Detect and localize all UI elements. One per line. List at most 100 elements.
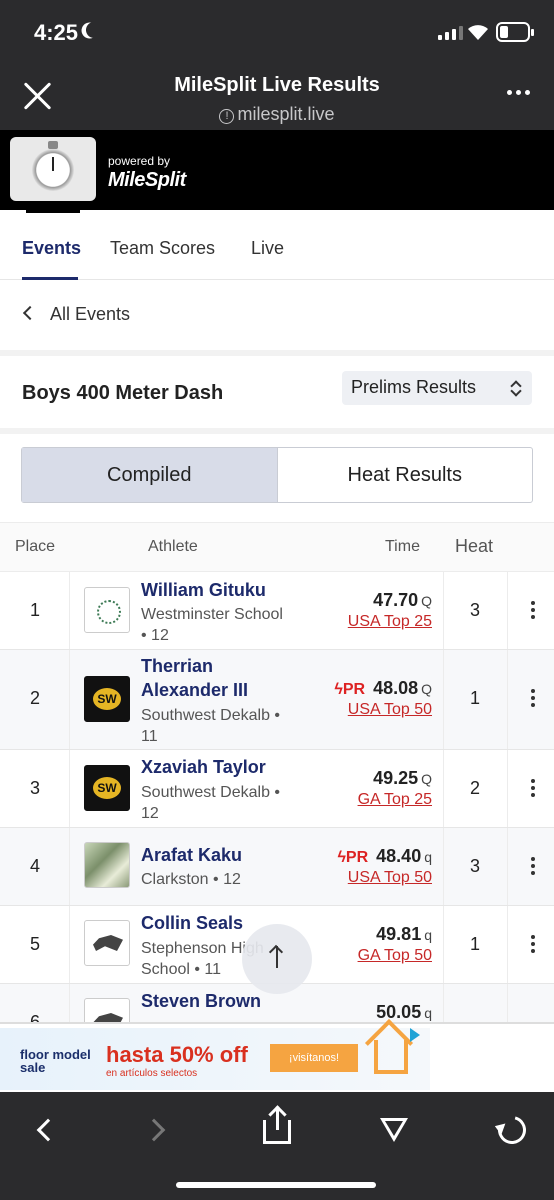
time-value: 50.05 xyxy=(376,1002,422,1022)
time-cell: ϟPR 48.08 Q USA Top 50 xyxy=(334,678,432,719)
table-row[interactable]: 3 Xzaviah Taylor Southwest Dekalb •12 49… xyxy=(0,750,554,828)
rank-link[interactable]: USA Top 50 xyxy=(337,869,432,887)
ad-subtext: en artículos selectos xyxy=(106,1068,198,1079)
table-row[interactable]: 2 TherrianAlexander III Southwest Dekalb… xyxy=(0,650,554,750)
browser-header: MileSplit Live Results ! milesplit.live xyxy=(0,64,554,130)
row-menu-icon[interactable] xyxy=(531,779,537,797)
ad-cta-button[interactable]: ¡visítanos! xyxy=(270,1044,358,1072)
ad-headline: hasta 50% off xyxy=(106,1042,248,1067)
browser-url[interactable]: ! milesplit.live xyxy=(0,104,554,125)
rank-link[interactable]: GA Top 50 xyxy=(358,947,432,965)
table-row[interactable]: 4 Arafat Kaku Clarkston • 12 ϟPR 48.40 q U… xyxy=(0,828,554,906)
heat-results-button[interactable]: Heat Results xyxy=(278,448,533,502)
all-events-label: All Events xyxy=(50,304,131,324)
tab-live[interactable]: Live xyxy=(251,238,284,259)
athlete-school: Southwest Dekalb • 11 xyxy=(141,707,281,745)
heat: 3 xyxy=(469,856,480,876)
qualifier: Q xyxy=(421,593,432,609)
ad-creative: floor model sale hasta 50% off en artícu… xyxy=(0,1028,430,1090)
compiled-button[interactable]: Compiled xyxy=(22,448,278,502)
battery-icon xyxy=(496,22,534,42)
rank-link[interactable]: GA Top 25 xyxy=(358,791,432,809)
milesplit-logo: MileSplit xyxy=(108,169,186,191)
time-cell: 49.25 Q GA Top 25 xyxy=(358,768,432,809)
qualifier: q xyxy=(424,849,432,865)
qualifier: Q xyxy=(421,681,432,697)
banner-notch xyxy=(26,210,80,213)
westminster-logo-icon xyxy=(84,587,130,633)
browser-toolbar xyxy=(0,1094,554,1200)
share-icon[interactable] xyxy=(263,1108,291,1144)
time-cell: ϟPR 48.40 q USA Top 50 xyxy=(337,846,432,887)
heat: 2 xyxy=(469,778,480,798)
pr-badge: ϟPR xyxy=(337,849,369,866)
time-cell: 49.81 q GA Top 50 xyxy=(358,924,432,965)
place: 6 xyxy=(29,1012,40,1022)
tab-events[interactable]: Events xyxy=(22,238,81,259)
rank-link[interactable]: USA Top 25 xyxy=(348,613,432,631)
more-options-icon[interactable] xyxy=(507,90,530,95)
powered-by-label: powered by xyxy=(108,154,171,168)
do-not-disturb-icon xyxy=(84,20,105,41)
time-value: 48.08 xyxy=(373,678,419,698)
qualifier: q xyxy=(424,927,432,943)
status-time: 4:25 xyxy=(34,20,79,45)
place: 2 xyxy=(29,688,40,708)
home-indicator xyxy=(176,1182,376,1188)
southwest-dekalb-logo-icon xyxy=(84,765,130,811)
tab-team-scores[interactable]: Team Scores xyxy=(110,238,215,259)
clarkston-logo-icon xyxy=(84,842,130,888)
place: 5 xyxy=(29,934,40,954)
browser-title: MileSplit Live Results xyxy=(174,74,380,96)
place: 4 xyxy=(29,856,40,876)
results-table-header: Place Athlete Time Heat xyxy=(0,522,554,572)
row-menu-icon[interactable] xyxy=(531,857,537,875)
view-toggle: Compiled Heat Results xyxy=(21,447,533,503)
round-select[interactable]: Prelims Results xyxy=(342,371,532,405)
section-divider xyxy=(0,428,554,434)
back-icon[interactable] xyxy=(36,1118,60,1142)
url-text: milesplit.live xyxy=(237,104,335,124)
rank-link[interactable]: USA Top 50 xyxy=(334,701,432,719)
web-page: powered by MileSplit Events Team Scores … xyxy=(0,130,554,1022)
place: 3 xyxy=(29,778,40,798)
time-value: 48.40 xyxy=(376,846,422,866)
chevron-left-icon xyxy=(22,305,38,321)
reload-icon[interactable] xyxy=(492,1110,532,1150)
send-icon[interactable] xyxy=(380,1118,408,1142)
time-value: 47.70 xyxy=(373,590,419,610)
row-menu-icon[interactable] xyxy=(531,935,537,953)
header-place: Place xyxy=(15,538,56,555)
status-bar: 4:25 xyxy=(0,0,554,64)
ad-choices-icon[interactable] xyxy=(410,1028,420,1042)
athlete-name[interactable]: Collin Seals xyxy=(141,911,243,935)
ad-brand: floor model sale xyxy=(20,1047,91,1075)
stopwatch-logo xyxy=(10,137,96,201)
athlete-name[interactable]: Xzaviah Taylor xyxy=(141,755,266,779)
row-menu-icon[interactable] xyxy=(531,689,537,707)
heat: 3 xyxy=(469,600,480,620)
qualifier: q xyxy=(424,1005,432,1021)
athlete-name[interactable]: Steven Brown xyxy=(141,989,261,1013)
chevron-updown-icon xyxy=(510,379,522,397)
qualifier: Q xyxy=(421,771,432,787)
ad-banner[interactable]: floor model sale hasta 50% off en artícu… xyxy=(0,1022,554,1092)
cellular-signal-icon xyxy=(438,26,463,40)
scroll-to-top-button[interactable] xyxy=(242,924,312,994)
heat: 1 xyxy=(469,934,480,954)
pr-badge: ϟPR xyxy=(334,681,366,698)
athlete-name[interactable]: Arafat Kaku xyxy=(141,843,242,867)
heat: 1 xyxy=(469,688,480,708)
table-row[interactable]: 1 William Gituku Westminster School • 12 … xyxy=(0,572,554,650)
athlete-name[interactable]: William Gituku xyxy=(141,578,266,602)
forward-icon[interactable] xyxy=(142,1118,166,1142)
wifi-icon xyxy=(468,25,488,40)
athlete-name[interactable]: Therrian Alexander III xyxy=(141,654,248,702)
time-cell: 47.70 Q USA Top 25 xyxy=(348,590,432,631)
all-events-link[interactable]: All Events xyxy=(0,280,554,350)
info-icon: ! xyxy=(219,109,235,124)
round-select-value: Prelims Results xyxy=(351,377,477,397)
row-menu-icon[interactable] xyxy=(531,601,537,619)
event-header: Boys 400 Meter Dash Prelims Results xyxy=(0,356,554,428)
time-value: 49.81 xyxy=(376,924,422,944)
